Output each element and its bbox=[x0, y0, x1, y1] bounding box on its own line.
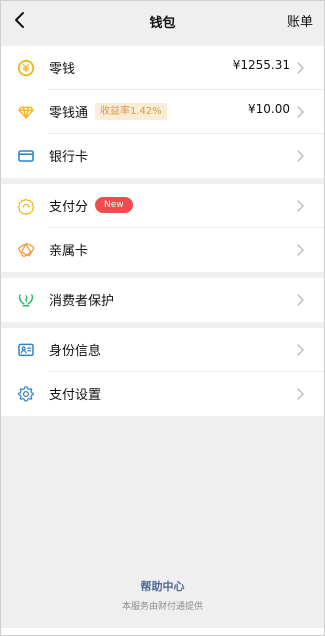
menu-row-wealth[interactable]: 零钱通 收益率1.42% ¥10.00 bbox=[1, 90, 324, 134]
chevron-right-icon bbox=[297, 62, 304, 74]
service-provider-note: 本服务由财付通提供 bbox=[121, 602, 203, 612]
menu-row-family-card[interactable]: 亲属卡 bbox=[1, 228, 324, 272]
chevron-right-icon bbox=[297, 244, 304, 256]
menu-row-pay-settings[interactable]: 支付设置 bbox=[1, 372, 324, 416]
menu-row-change[interactable]: 零钱 ¥1255.31 bbox=[1, 46, 324, 90]
menu-label-pay-score: 支付分 bbox=[49, 200, 89, 215]
bill-link[interactable]: 账单 bbox=[287, 11, 313, 30]
chevron-right-icon bbox=[297, 344, 304, 356]
chevron-right-icon bbox=[297, 106, 304, 118]
settings-icon bbox=[18, 386, 34, 402]
diamond-icon bbox=[18, 106, 34, 119]
menu-value-wealth: ¥10.00 bbox=[248, 102, 290, 116]
section-settings: 身份信息 支付设置 bbox=[1, 328, 324, 416]
menu-label-change: 零钱 bbox=[49, 62, 76, 77]
new-badge: New bbox=[95, 197, 133, 213]
bottom-strip bbox=[1, 628, 324, 635]
menu-label-identity: 身份信息 bbox=[49, 344, 102, 359]
chevron-right-icon bbox=[297, 388, 304, 400]
chevron-right-icon bbox=[297, 200, 304, 212]
menu-row-pay-score[interactable]: 支付分 New bbox=[1, 184, 324, 228]
bank-card-icon bbox=[18, 150, 34, 162]
menu-label-bank-card: 银行卡 bbox=[49, 150, 89, 165]
family-card-icon bbox=[18, 243, 35, 257]
page-title: 钱包 bbox=[149, 16, 176, 31]
menu-row-consumer-protection[interactable]: 消费者保护 bbox=[1, 278, 324, 322]
header-bar: 钱包 账单 bbox=[1, 1, 324, 41]
section-services: 支付分 New 亲属卡 bbox=[1, 184, 324, 272]
menu-value-change: ¥1255.31 bbox=[232, 58, 290, 72]
menu-label-pay-settings: 支付设置 bbox=[49, 388, 102, 403]
yield-rate-badge: 收益率1.42% bbox=[95, 103, 167, 120]
wallet-screen: 钱包 账单 零钱 ¥1255.31 零钱通 收益率1.42% ¥10.00 银行… bbox=[0, 0, 325, 636]
menu-label-consumer-protection: 消费者保护 bbox=[49, 294, 115, 309]
coin-icon bbox=[17, 59, 35, 77]
help-center-link[interactable]: 帮助中心 bbox=[1, 578, 324, 594]
consumer-protection-icon bbox=[18, 294, 34, 307]
menu-label-wealth: 零钱通 bbox=[49, 106, 89, 121]
chevron-right-icon bbox=[297, 150, 304, 162]
score-icon bbox=[17, 198, 35, 215]
section-balance: 零钱 ¥1255.31 零钱通 收益率1.42% ¥10.00 银行卡 bbox=[1, 46, 324, 178]
section-protection: 消费者保护 bbox=[1, 278, 324, 322]
menu-label-family-card: 亲属卡 bbox=[49, 244, 89, 259]
chevron-right-icon bbox=[297, 294, 304, 306]
identity-card-icon bbox=[18, 343, 34, 357]
menu-row-bank-card[interactable]: 银行卡 bbox=[1, 134, 324, 178]
menu-row-identity[interactable]: 身份信息 bbox=[1, 328, 324, 372]
